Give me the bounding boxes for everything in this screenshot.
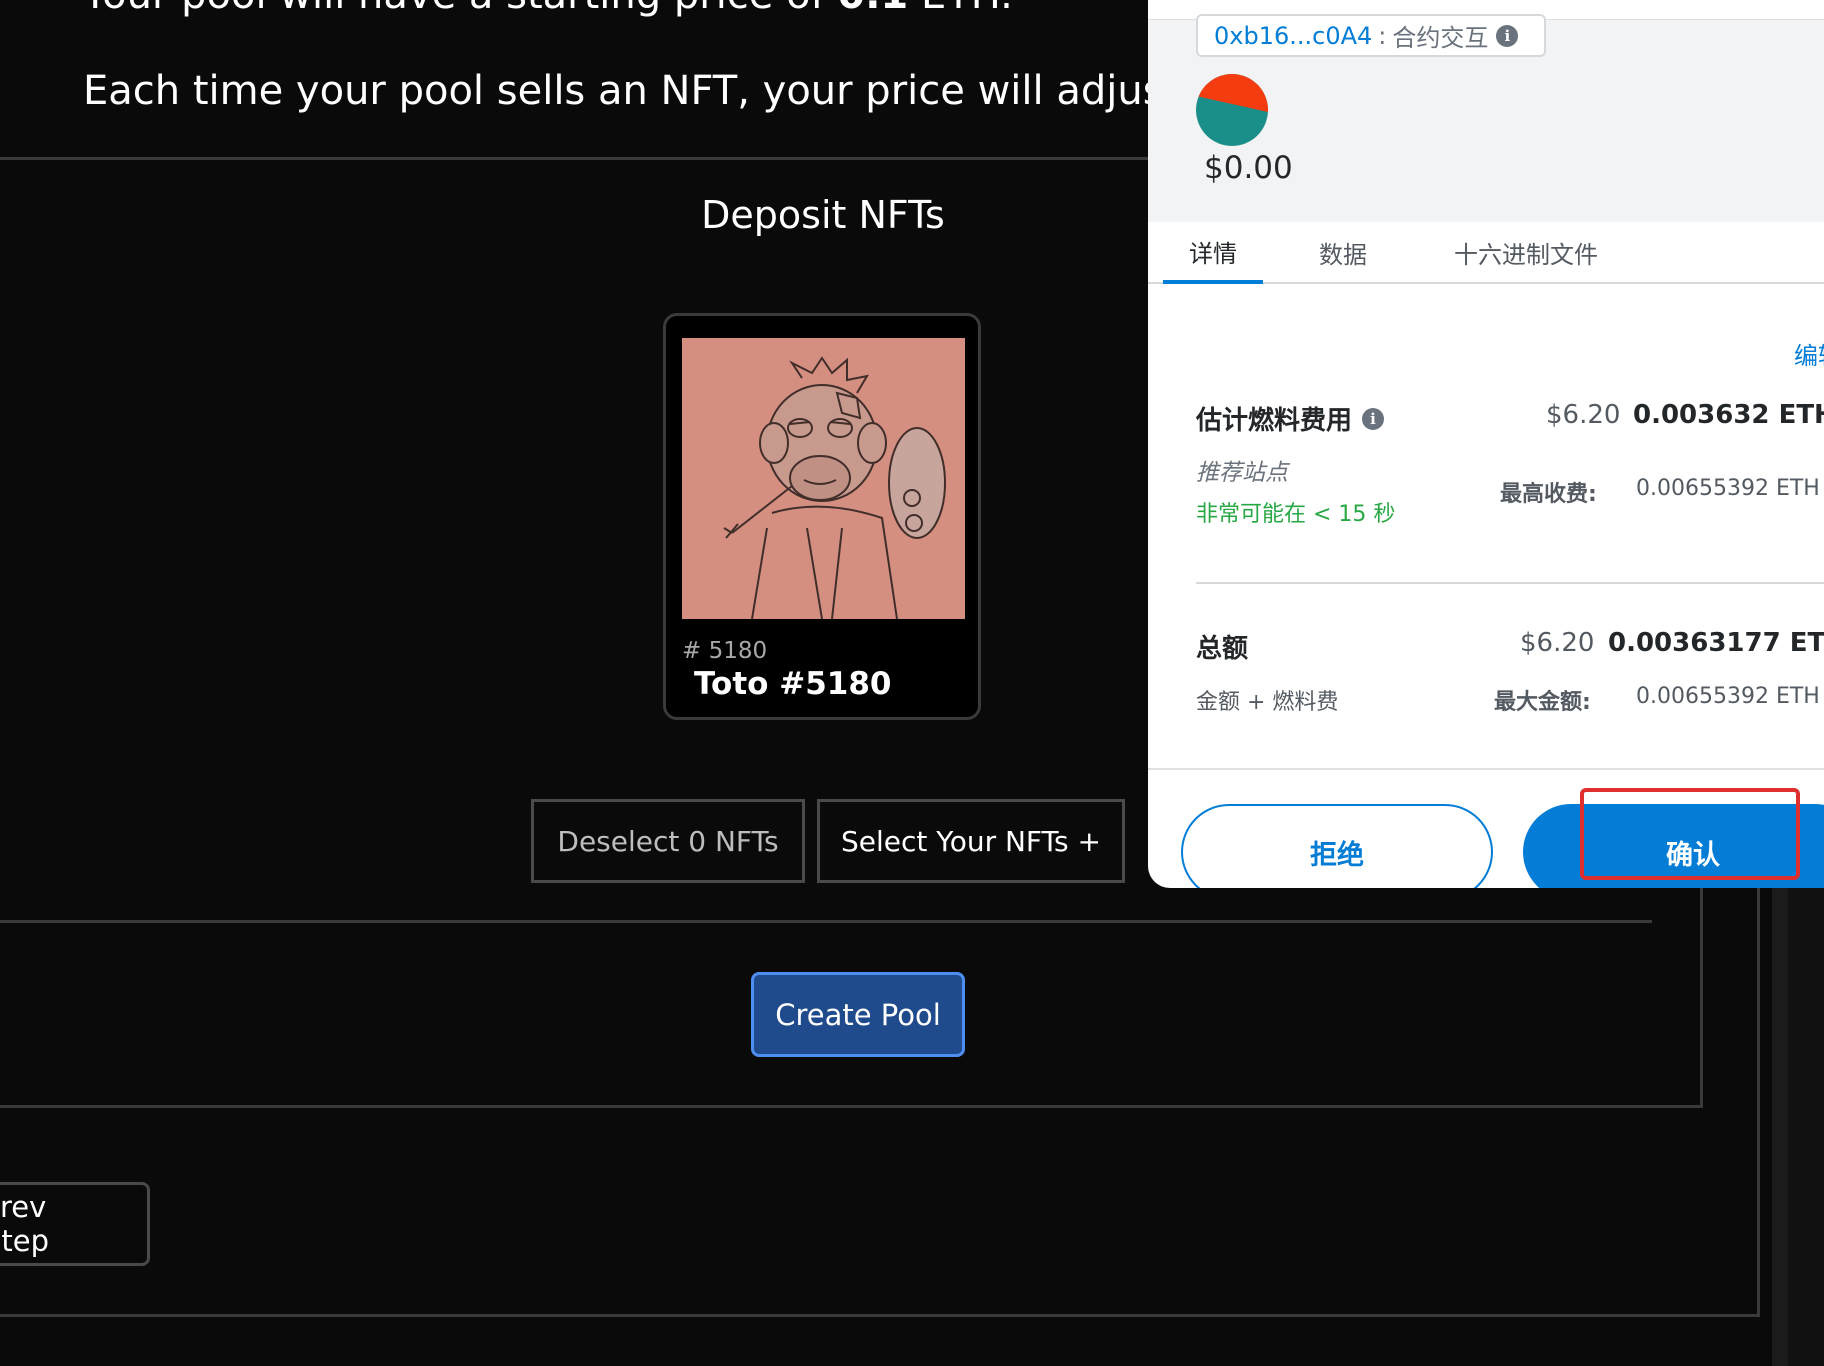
max-fee-value: 0.00655392 ETH	[1636, 476, 1820, 501]
contract-address[interactable]: 0xb16...c0A4	[1214, 22, 1372, 50]
site-suggested-link[interactable]: 推荐站点	[1196, 453, 1288, 487]
contract-address-pill[interactable]: 0xb16...c0A4 : 合约交互 i	[1196, 14, 1546, 57]
pool-price-value: 0.1	[837, 0, 908, 18]
nft-image	[682, 338, 965, 619]
contract-type: 合约交互	[1392, 24, 1489, 52]
confirm-highlight-annotation	[1580, 788, 1800, 880]
gas-fee-fiat: $6.20	[1546, 400, 1621, 430]
max-fee-label: 最高收费:	[1500, 482, 1597, 507]
gas-fee-eth: 0.003632 ETH	[1633, 400, 1824, 430]
total-eth: 0.00363177 ETH	[1608, 628, 1824, 658]
max-amount-label: 最大金额:	[1494, 690, 1591, 715]
gas-fee-row-label: 估计燃料费用 i	[1196, 400, 1385, 437]
footer-divider	[1148, 768, 1824, 770]
price-adjust-text: Each time your pool sells an NFT, your p…	[83, 68, 1305, 114]
transaction-amount: $0.00	[1204, 150, 1293, 186]
pool-price-text: Your pool will have a starting price of …	[83, 0, 1013, 18]
tab-details[interactable]: 详情	[1163, 222, 1263, 284]
tab-hex[interactable]: 十六进制文件	[1426, 222, 1626, 282]
section-divider-top	[0, 157, 1160, 160]
inner-frame-right-border	[1700, 888, 1703, 1108]
reject-button[interactable]: 拒绝	[1181, 804, 1493, 888]
prev-step-button[interactable]: Prev Step	[0, 1182, 150, 1266]
outer-frame-right-border	[1757, 888, 1760, 1317]
total-breakdown: 金额 + 燃料费	[1196, 690, 1339, 715]
pool-price-suffix: ETH.	[908, 0, 1013, 18]
gas-info-icon[interactable]: i	[1362, 407, 1385, 430]
max-amount-value: 0.00655392 ETH	[1636, 684, 1820, 709]
metamask-popup: 0xb16...c0A4 : 合约交互 i $0.00 详情 数据 十六进制文件…	[1148, 0, 1824, 888]
deselect-nfts-button[interactable]: Deselect 0 NFTs	[531, 799, 805, 883]
fee-divider	[1196, 582, 1824, 584]
total-label: 总额	[1196, 634, 1249, 664]
create-pool-button[interactable]: Create Pool	[751, 972, 965, 1057]
gas-fee-label: 估计燃料费用	[1196, 406, 1353, 436]
info-icon[interactable]: i	[1496, 24, 1519, 47]
nft-card[interactable]: # 5180 Toto #5180	[663, 313, 981, 720]
total-fiat: $6.20	[1520, 628, 1595, 658]
pool-price-prefix: Your pool will have a starting price of	[83, 0, 837, 18]
inner-frame-bottom-border	[0, 1105, 1703, 1108]
outer-frame-bottom-border	[0, 1314, 1760, 1317]
token-identicon-icon	[1196, 74, 1268, 146]
tab-bar: 详情 数据 十六进制文件	[1148, 222, 1824, 284]
gas-time-estimate: 非常可能在 < 15 秒	[1196, 502, 1396, 527]
select-nfts-button[interactable]: Select Your NFTs +	[817, 799, 1125, 883]
edit-gas-link[interactable]: 编辑	[1794, 336, 1824, 371]
address-separator: :	[1378, 21, 1387, 50]
section-divider-middle	[0, 920, 1652, 923]
tab-data[interactable]: 数据	[1288, 222, 1398, 282]
nft-name: Toto #5180	[694, 666, 892, 702]
nft-token-id: # 5180	[682, 638, 768, 664]
